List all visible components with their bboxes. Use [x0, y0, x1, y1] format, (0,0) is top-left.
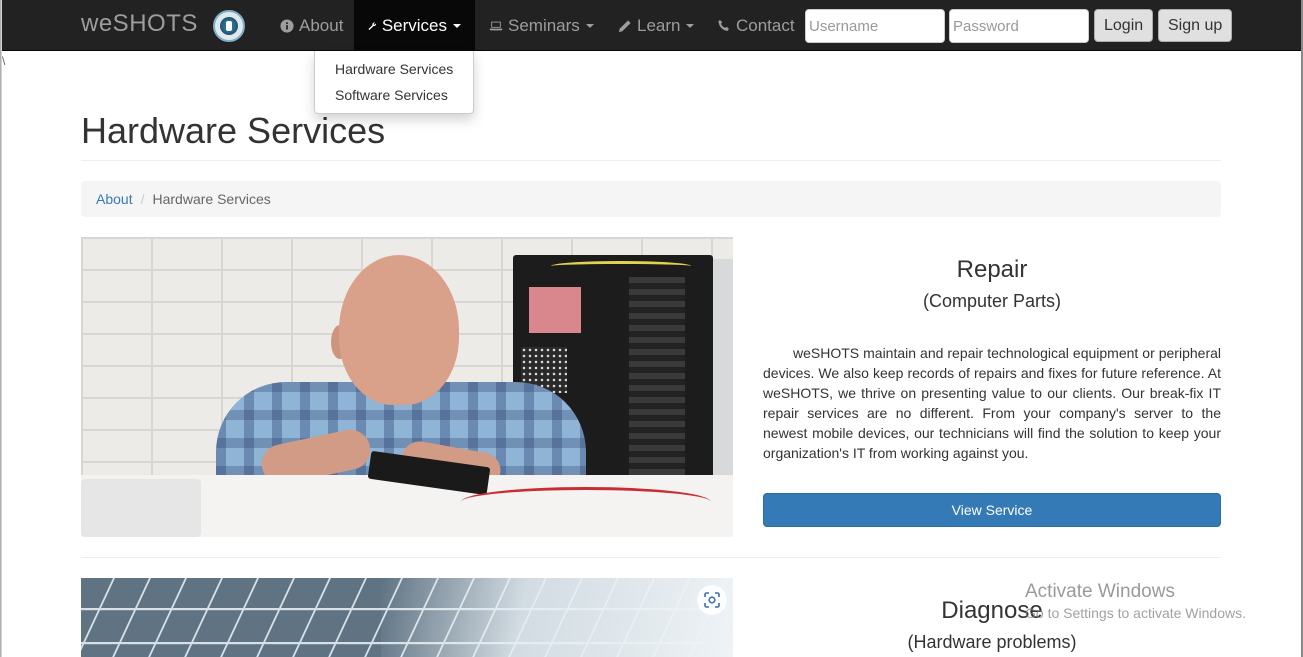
dropdown-item-hardware-services[interactable]: Hardware Services: [315, 56, 473, 82]
nav-contact[interactable]: Contact: [703, 0, 809, 51]
visual-search-icon[interactable]: [697, 585, 727, 615]
activate-windows-title: Activate Windows: [1025, 581, 1175, 602]
service-subtitle-diagnose: (Hardware problems): [907, 632, 1077, 652]
pencil-icon: [618, 19, 631, 32]
stray-backslash: \: [2, 54, 6, 68]
window-edge-left: [0, 0, 2, 657]
dropdown-item-software-services[interactable]: Software Services: [315, 82, 473, 108]
info-circle-icon: [280, 18, 294, 33]
service-subtitle-repair: (Computer Parts): [922, 291, 1062, 311]
keyboard-photo: [81, 578, 733, 657]
nav-contact-label: Contact: [736, 16, 795, 35]
view-service-button[interactable]: View Service: [763, 493, 1221, 527]
brand-name[interactable]: weSHOTS: [81, 10, 198, 38]
nav-about-label: About: [299, 16, 344, 35]
caret-down-icon: [453, 23, 461, 28]
title-divider: [81, 160, 1221, 161]
brand-logo-icon[interactable]: [213, 10, 245, 42]
breadcrumb-current: Hardware Services: [152, 191, 271, 207]
nav-learn-label: Learn: [637, 16, 681, 35]
top-navbar: weSHOTS About Services Seminars Learn Co…: [0, 0, 1303, 51]
nav-about[interactable]: About: [266, 0, 357, 51]
nav-learn[interactable]: Learn: [604, 0, 708, 51]
nav-services-label: Services: [381, 16, 447, 35]
phone-icon: [718, 19, 729, 31]
nav-seminars-label: Seminars: [508, 16, 580, 35]
password-input[interactable]: [949, 9, 1089, 43]
service-description-repair: weSHOTS maintain and repair technologica…: [763, 345, 1221, 461]
nav-services[interactable]: Services: [354, 0, 475, 51]
page-title: Hardware Services: [81, 110, 386, 151]
login-button[interactable]: Login: [1094, 9, 1154, 42]
service-title-repair: Repair: [956, 256, 1028, 283]
breadcrumb-separator: /: [140, 191, 145, 207]
breadcrumb-link-about[interactable]: About: [96, 191, 133, 207]
signup-button[interactable]: Sign up: [1158, 9, 1233, 42]
wrench-icon: [368, 21, 377, 30]
activate-windows-subtitle: Go to Settings to activate Windows.: [1025, 605, 1246, 621]
service-divider: [81, 557, 1221, 558]
repair-technician-photo: [81, 237, 733, 537]
nav-seminars[interactable]: Seminars: [475, 0, 608, 51]
services-dropdown-menu: Hardware Services Software Services: [314, 51, 474, 114]
username-input[interactable]: [805, 9, 945, 43]
caret-down-icon: [585, 23, 594, 28]
caret-down-icon: [686, 23, 695, 28]
breadcrumb: About / Hardware Services: [81, 181, 1221, 217]
laptop-icon: [489, 21, 503, 30]
